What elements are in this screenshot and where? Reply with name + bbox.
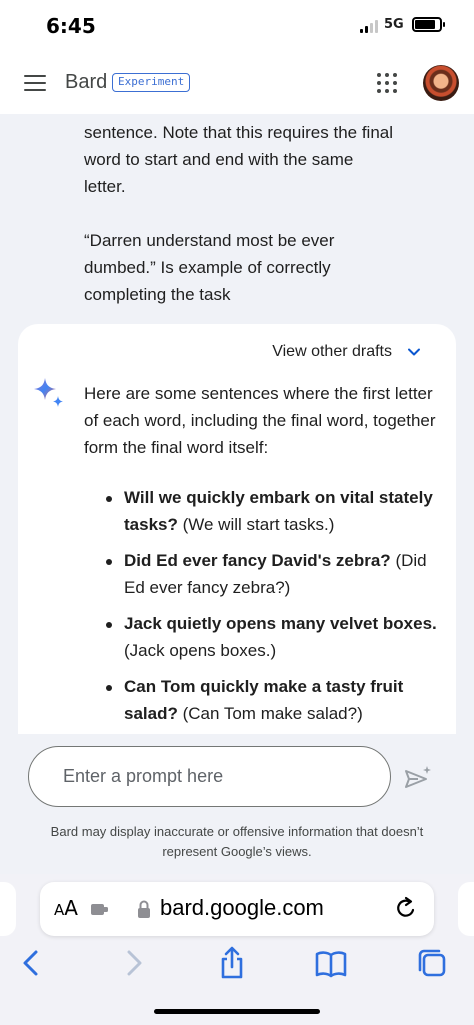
item-note: (Jack opens boxes.) [124,641,277,660]
previous-tab-peek[interactable] [0,882,16,936]
view-drafts-label: View other drafts [272,343,392,360]
app-title: Bard [65,71,108,93]
prompt-paragraph: sentence. Note that this requires the fi… [84,123,394,196]
address-bar[interactable]: AA bard.google.com [40,882,434,936]
list-item: Did Ed ever fancy David's zebra? (Did Ed… [102,547,447,601]
aa-big: A [64,896,78,920]
battery-icon [412,17,445,32]
list-item: Can Tom quickly make a tasty fruit salad… [102,673,447,727]
avatar[interactable] [423,65,459,101]
forward-icon[interactable] [117,946,151,980]
extension-icon[interactable] [90,901,110,917]
prompt-paragraph: “Darren understand most be ever dumbed.”… [84,231,335,304]
disclaimer: Bard may display inaccurate or offensive… [50,824,424,859]
view-drafts-button[interactable]: View other drafts [272,340,422,364]
send-icon[interactable] [403,764,433,792]
response-card: View other drafts Here are some sentence… [18,324,456,734]
bookmarks-icon[interactable] [314,946,348,980]
url-text[interactable]: bard.google.com [160,895,324,921]
prompt-input[interactable] [28,746,391,807]
reload-icon[interactable] [394,896,418,922]
next-tab-peek[interactable] [458,882,474,936]
tabs-icon[interactable] [415,946,449,980]
share-icon[interactable] [215,946,249,980]
lock-icon [138,900,150,918]
app-header: Bard Experiment [0,52,474,114]
item-sentence: Did Ed ever fancy David's zebra? [124,551,391,570]
chevron-down-icon [408,348,420,356]
response-intro: Here are some sentences where the first … [84,384,436,457]
status-bar: 6:45 5G [0,0,474,52]
home-indicator [154,1009,320,1014]
list-item: Will we quickly embark on vital stately … [102,484,447,538]
experiment-badge: Experiment [112,73,191,92]
network-label: 5G [384,17,404,32]
back-icon[interactable] [14,946,48,980]
browser-toolbar: AA bard.google.com [0,874,474,1025]
status-time: 6:45 [46,14,96,38]
aa-small: A [54,901,65,919]
signal-icon [360,19,380,33]
battery-fill [415,20,435,29]
menu-icon[interactable] [24,75,46,91]
item-note: (Can Tom make salad?) [182,704,363,723]
reader-settings-button[interactable]: AA [54,896,78,920]
prompt-input-area: Bard may display inaccurate or offensive… [0,734,474,874]
response-list: Will we quickly embark on vital stately … [102,484,447,734]
apps-grid-icon[interactable] [377,73,397,93]
user-prompt: sentence. Note that this requires the fi… [84,119,394,335]
item-sentence: Jack quietly opens many velvet boxes. [124,614,437,633]
item-note: (We will start tasks.) [182,515,335,534]
conversation-area: sentence. Note that this requires the fi… [0,114,474,734]
bard-sparkle-icon [34,378,63,407]
list-item: Jack quietly opens many velvet boxes. (J… [102,610,447,664]
